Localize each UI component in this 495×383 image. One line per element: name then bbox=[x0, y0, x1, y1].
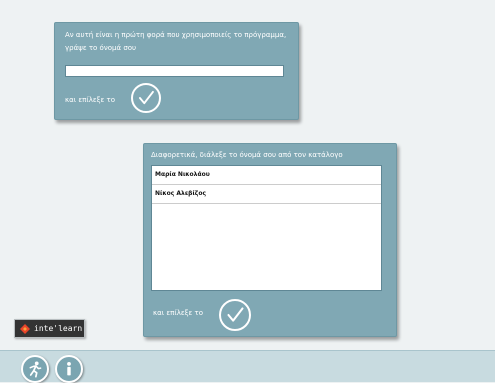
login-screen: Αν αυτή είναι η πρώτη φορά που χρησιμοπο… bbox=[0, 0, 495, 383]
info-button[interactable] bbox=[55, 355, 83, 383]
intelearn-logo: inte'learn bbox=[14, 319, 85, 338]
list-item[interactable]: Νίκος Αλεβίζος bbox=[152, 185, 381, 204]
checkmark-icon bbox=[227, 307, 244, 322]
logo-mark-icon bbox=[20, 324, 30, 334]
checkmark-icon bbox=[138, 90, 154, 105]
new-user-confirm-button[interactable] bbox=[131, 83, 161, 113]
list-item[interactable]: Μαρία Νικολάου bbox=[152, 166, 381, 185]
new-user-confirm-label: και επίλεξε το bbox=[65, 96, 116, 104]
name-input[interactable] bbox=[65, 65, 284, 77]
info-icon bbox=[67, 361, 71, 376]
running-person-icon bbox=[29, 361, 42, 378]
new-user-panel: Αν αυτή είναι η πρώτη φορά που χρησιμοπο… bbox=[54, 22, 299, 120]
exit-button[interactable] bbox=[21, 355, 49, 383]
existing-user-panel: Διαφορετικά, διάλεξε το όνομά σου από το… bbox=[143, 143, 397, 337]
new-user-prompt: Αν αυτή είναι η πρώτη φορά που χρησιμοπο… bbox=[65, 31, 287, 52]
existing-user-confirm-label: και επίλεξε το bbox=[153, 309, 204, 317]
user-list[interactable]: Μαρία Νικολάου Νίκος Αλεβίζος bbox=[151, 165, 382, 291]
existing-user-confirm-button[interactable] bbox=[219, 299, 251, 331]
existing-user-prompt: Διαφορετικά, διάλεξε το όνομά σου από το… bbox=[151, 151, 343, 159]
logo-text: inte'learn bbox=[34, 324, 83, 333]
